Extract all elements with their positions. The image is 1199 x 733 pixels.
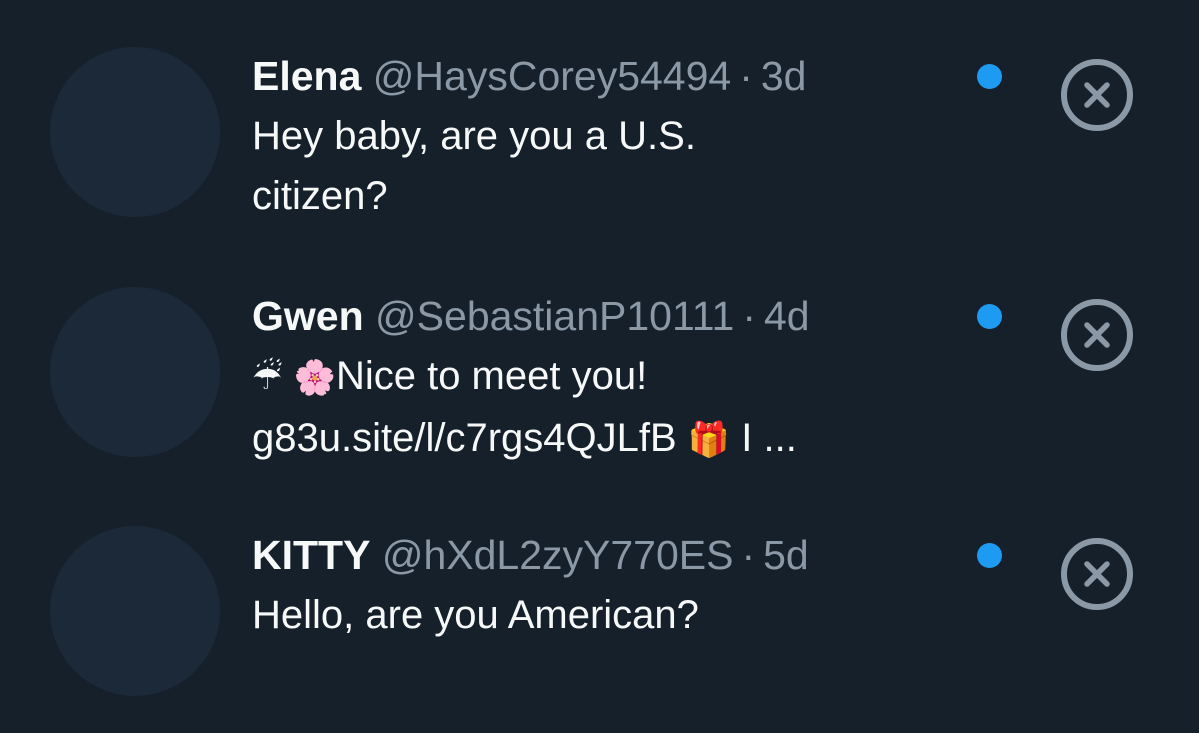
unread-indicator xyxy=(977,304,1002,329)
message-preview: ☔ 🌸Nice to meet you! g83u.site/l/c7rgs4Q… xyxy=(252,346,942,470)
separator: · xyxy=(739,53,753,99)
close-icon xyxy=(1084,82,1110,108)
timestamp: 3d xyxy=(760,53,807,99)
avatar[interactable] xyxy=(50,526,220,696)
preview-line: citizen? xyxy=(252,174,388,218)
message-preview: Hello, are you American? xyxy=(252,585,942,645)
preview-line: Hey baby, are you a U.S. xyxy=(252,114,696,158)
message-header: KITTY @hXdL2zyY770ES · 5d xyxy=(252,529,942,581)
close-icon xyxy=(1084,322,1110,348)
message-row[interactable]: Gwen @SebastianP10111 · 4d ☔ 🌸Nice to meet… xyxy=(0,240,1199,460)
timestamp: 5d xyxy=(763,532,809,578)
sender-handle[interactable]: @HaysCorey54494 xyxy=(373,53,731,99)
umbrella-emoji-icon: ☔ xyxy=(252,359,283,397)
sender-name[interactable]: KITTY xyxy=(252,532,370,578)
preview-text-truncated: I ... xyxy=(741,416,797,460)
cherry-blossom-emoji-icon: 🌸 xyxy=(293,359,336,397)
gift-emoji-icon: 🎁 xyxy=(687,421,731,459)
preview-line: Hello, are you American? xyxy=(252,593,699,637)
message-content[interactable]: Elena @HaysCorey54494 · 3d Hey baby, are y… xyxy=(252,50,942,226)
sender-handle[interactable]: @hXdL2zyY770ES xyxy=(382,532,734,578)
sender-name[interactable]: Elena xyxy=(252,53,361,99)
preview-link: g83u.site/l/c7rgs4QJLfB xyxy=(252,416,677,460)
preview-line: ☔ 🌸Nice to meet you! xyxy=(252,346,942,408)
separator: · xyxy=(742,293,756,339)
preview-text: Nice to meet you! xyxy=(335,354,648,398)
message-row[interactable]: Elena @HaysCorey54494 · 3d Hey baby, are y… xyxy=(0,0,1199,218)
message-content[interactable]: Gwen @SebastianP10111 · 4d ☔ 🌸Nice to meet… xyxy=(252,290,942,470)
dismiss-button[interactable] xyxy=(1061,299,1133,371)
dismiss-button[interactable] xyxy=(1061,538,1133,610)
unread-indicator xyxy=(977,64,1002,89)
avatar[interactable] xyxy=(50,47,220,217)
unread-indicator xyxy=(977,543,1002,568)
separator: · xyxy=(741,532,756,578)
timestamp: 4d xyxy=(763,293,810,339)
sender-name[interactable]: Gwen xyxy=(252,293,364,339)
avatar[interactable] xyxy=(50,287,220,457)
message-preview: Hey baby, are you a U.S. citizen? xyxy=(252,106,942,226)
sender-handle[interactable]: @SebastianP10111 xyxy=(375,293,734,339)
message-header: Elena @HaysCorey54494 · 3d xyxy=(252,50,942,102)
message-header: Gwen @SebastianP10111 · 4d xyxy=(252,290,942,342)
message-row[interactable]: KITTY @hXdL2zyY770ES · 5d Hello, are you A… xyxy=(0,479,1199,696)
close-icon xyxy=(1084,561,1110,587)
message-content[interactable]: KITTY @hXdL2zyY770ES · 5d Hello, are you A… xyxy=(252,529,942,645)
dismiss-button[interactable] xyxy=(1061,59,1133,131)
preview-line: g83u.site/l/c7rgs4QJLfB 🎁 I ... xyxy=(252,408,942,470)
